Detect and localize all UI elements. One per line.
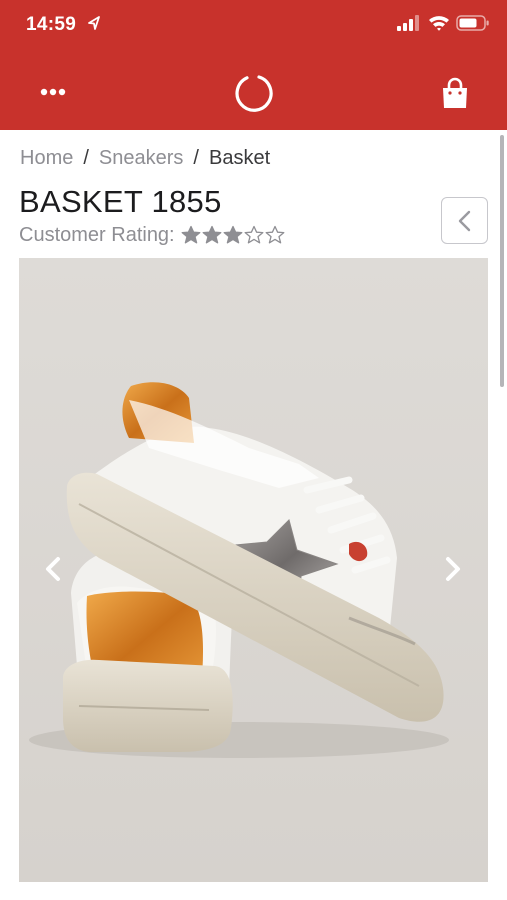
back-button[interactable] bbox=[441, 197, 488, 244]
breadcrumb-current: Basket bbox=[208, 146, 271, 169]
rating-label: Customer Rating: bbox=[19, 223, 175, 246]
status-time: 14:59 bbox=[26, 14, 77, 35]
rating-stars bbox=[181, 225, 285, 245]
app-header: 14:59 bbox=[0, 0, 507, 130]
product-image-carousel[interactable] bbox=[19, 258, 488, 882]
wifi-icon bbox=[429, 16, 449, 31]
product-image-sneakers bbox=[19, 258, 488, 882]
location-arrow-icon bbox=[88, 16, 100, 30]
breadcrumb-separator: / bbox=[83, 146, 89, 169]
breadcrumb: Home / Sneakers / Basket bbox=[20, 144, 270, 172]
breadcrumb-sneakers[interactable]: Sneakers bbox=[99, 147, 184, 170]
customer-rating: Customer Rating: bbox=[19, 222, 285, 248]
breadcrumb-home[interactable]: Home bbox=[20, 147, 73, 170]
breadcrumb-separator: / bbox=[193, 146, 199, 169]
star-filled-icon bbox=[223, 225, 243, 244]
ring-logo-icon[interactable] bbox=[233, 72, 275, 114]
scrollbar[interactable] bbox=[500, 135, 504, 387]
carousel-prev-icon[interactable] bbox=[41, 554, 65, 584]
more-dots-icon[interactable] bbox=[38, 82, 68, 102]
shopping-bag-icon[interactable] bbox=[439, 76, 471, 110]
cellular-signal-icon bbox=[397, 15, 419, 31]
star-filled-icon bbox=[202, 225, 222, 244]
star-outline-icon bbox=[265, 225, 285, 244]
product-title: BASKET 1855 bbox=[19, 184, 222, 219]
carousel-next-icon[interactable] bbox=[441, 554, 465, 584]
star-filled-icon bbox=[181, 225, 201, 244]
star-outline-icon bbox=[244, 225, 264, 244]
chevron-left-icon bbox=[458, 210, 470, 231]
battery-icon bbox=[456, 15, 489, 31]
